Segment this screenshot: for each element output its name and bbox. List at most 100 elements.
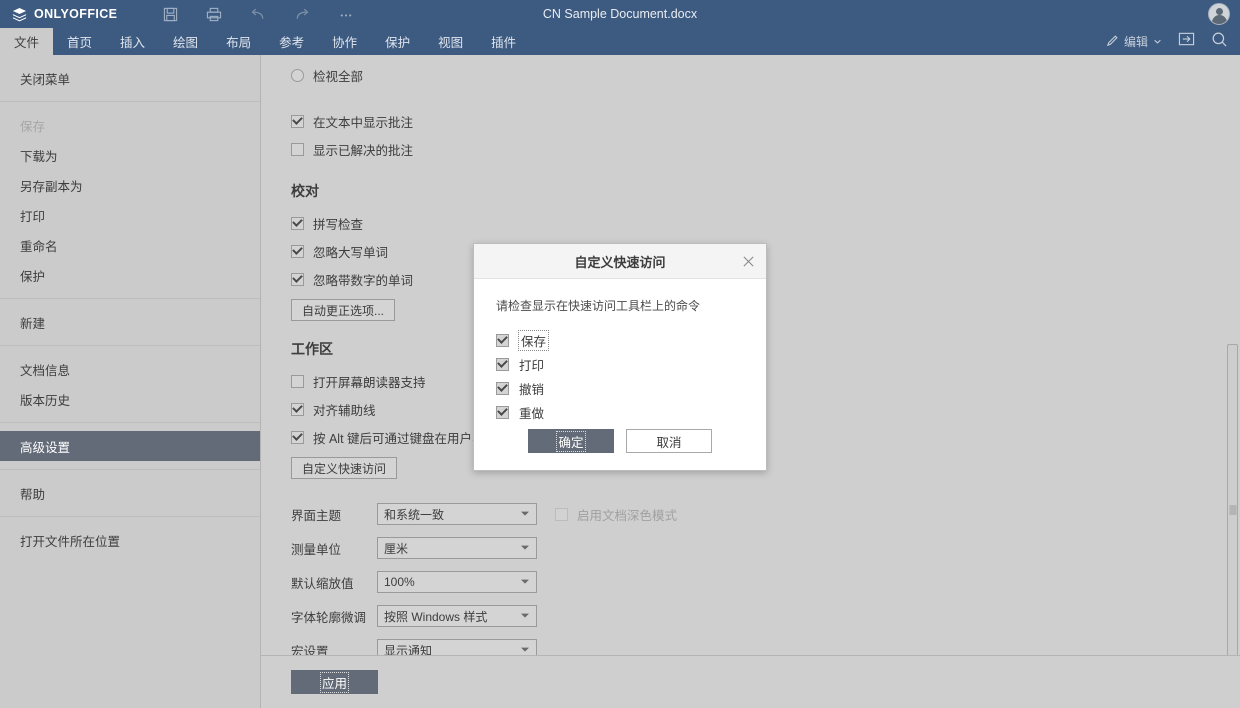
menu-item-doc-info[interactable]: 文档信息 — [0, 354, 260, 384]
dialog-option-row-print[interactable]: 打印 — [496, 352, 744, 376]
menu-item-close-menu[interactable]: 关闭菜单 — [0, 63, 260, 93]
quick-access-toolbar — [155, 1, 361, 27]
label-alt-key-navigation: 按 Alt 键后可通过键盘在用户界面 — [313, 428, 497, 447]
menu-item-new[interactable]: 新建 — [0, 307, 260, 337]
select-measurement-unit[interactable]: 厘米 — [377, 537, 537, 559]
apply-button[interactable]: 应用 — [291, 670, 378, 694]
ribbon-tab-references[interactable]: 参考 — [265, 28, 318, 55]
scrollbar-grip-icon — [1229, 506, 1236, 515]
option-row-review-all[interactable]: 检视全部 — [291, 61, 1240, 89]
checkbox-dialog-undo[interactable] — [496, 382, 509, 395]
label-show-resolved-comments: 显示已解决的批注 — [313, 140, 413, 159]
checkbox-alt-key-navigation[interactable] — [291, 431, 304, 444]
form-row-measurement-unit: 测量单位 厘米 — [291, 531, 1240, 565]
search-icon[interactable] — [1211, 31, 1228, 53]
ribbon-tab-protection[interactable]: 保护 — [371, 28, 424, 55]
checkbox-show-comments-in-text[interactable] — [291, 115, 304, 128]
dialog-header: 自定义快速访问 — [474, 244, 766, 279]
menu-item-open-file-location[interactable]: 打开文件所在位置 — [0, 525, 260, 555]
menu-item-save-copy-as[interactable]: 另存副本为 — [0, 170, 260, 200]
checkbox-dialog-print[interactable] — [496, 358, 509, 371]
ribbon-tab-home[interactable]: 首页 — [53, 28, 106, 55]
ribbon-tab-draw[interactable]: 绘图 — [159, 28, 212, 55]
label-ignore-uppercase: 忽略大写单词 — [313, 242, 388, 261]
dialog-description: 请检查显示在快速访问工具栏上的命令 — [496, 297, 744, 314]
menu-group-open-location: 打开文件所在位置 — [0, 517, 260, 563]
menu-item-rename[interactable]: 重命名 — [0, 230, 260, 260]
radio-review-all[interactable] — [291, 69, 304, 82]
menu-group-advanced: 高级设置 — [0, 423, 260, 470]
close-icon[interactable] — [740, 253, 756, 269]
label-review-all: 检视全部 — [313, 66, 363, 85]
label-measurement-unit: 测量单位 — [291, 539, 377, 558]
checkbox-dark-mode — [555, 508, 568, 521]
ribbon-tab-collaboration[interactable]: 协作 — [318, 28, 371, 55]
option-row-dark-mode: 启用文档深色模式 — [555, 500, 677, 528]
checkbox-dialog-save[interactable] — [496, 334, 509, 347]
select-default-zoom-value: 100% — [384, 575, 415, 589]
dialog-footer: 确定 取消 — [474, 412, 766, 470]
customize-quick-access-button[interactable]: 自定义快速访问 — [291, 457, 397, 479]
save-icon[interactable] — [155, 1, 185, 27]
select-interface-theme[interactable]: 和系统一致 — [377, 503, 537, 525]
dialog-title: 自定义快速访问 — [574, 252, 665, 271]
select-font-hinting[interactable]: 按照 Windows 样式 — [377, 605, 537, 627]
dialog-body: 请检查显示在快速访问工具栏上的命令 保存 打印 撤销 重做 — [474, 279, 766, 424]
option-row-show-resolved-comments[interactable]: 显示已解决的批注 — [291, 135, 1240, 163]
autocorrect-options-button[interactable]: 自动更正选项... — [291, 299, 395, 321]
checkbox-ignore-uppercase[interactable] — [291, 245, 304, 258]
menu-item-download-as[interactable]: 下载为 — [0, 140, 260, 170]
menu-item-version-history[interactable]: 版本历史 — [0, 384, 260, 414]
ribbon-tab-layout[interactable]: 布局 — [212, 28, 265, 55]
apply-bar: 应用 — [261, 655, 1240, 708]
menu-item-protect[interactable]: 保护 — [0, 260, 260, 290]
brand-logo: ONLYOFFICE — [12, 7, 117, 22]
checkbox-alignment-guides[interactable] — [291, 403, 304, 416]
menu-item-print[interactable]: 打印 — [0, 200, 260, 230]
menu-item-advanced-settings[interactable]: 高级设置 — [0, 431, 260, 461]
settings-scrollbar-track[interactable] — [1225, 55, 1240, 655]
dialog-option-row-save[interactable]: 保存 — [496, 328, 744, 352]
ribbon-tab-view[interactable]: 视图 — [424, 28, 477, 55]
ribbon-tab-plugins[interactable]: 插件 — [477, 28, 530, 55]
checkbox-show-resolved-comments[interactable] — [291, 143, 304, 156]
dialog-ok-label: 确定 — [557, 432, 584, 451]
dialog-cancel-button[interactable]: 取消 — [626, 429, 712, 453]
edit-mode-selector[interactable]: 编辑 — [1106, 33, 1162, 50]
ribbon-right-tools: 编辑 — [1106, 28, 1240, 55]
checkbox-screen-reader[interactable] — [291, 375, 304, 388]
ribbon-tab-strip: 文件 首页 插入 绘图 布局 参考 协作 保护 视图 插件 编辑 — [0, 28, 1240, 55]
label-dialog-print: 打印 — [519, 355, 544, 374]
menu-group-info: 文档信息 版本历史 — [0, 346, 260, 423]
section-title-proofing: 校对 — [291, 181, 1240, 201]
dialog-option-row-undo[interactable]: 撤销 — [496, 376, 744, 400]
redo-icon[interactable] — [287, 1, 317, 27]
select-interface-theme-value: 和系统一致 — [384, 506, 444, 523]
menu-group-help: 帮助 — [0, 470, 260, 517]
ribbon-tab-file[interactable]: 文件 — [0, 28, 53, 55]
print-icon[interactable] — [199, 1, 229, 27]
checkbox-spell-check[interactable] — [291, 217, 304, 230]
label-dialog-undo: 撤销 — [519, 379, 544, 398]
label-ignore-numbers: 忽略带数字的单词 — [313, 270, 413, 289]
menu-item-save: 保存 — [0, 110, 260, 140]
settings-scrollbar-thumb[interactable] — [1227, 344, 1238, 676]
avatar-body — [1212, 15, 1227, 24]
open-folder-icon[interactable] — [1178, 31, 1195, 52]
label-default-zoom: 默认缩放值 — [291, 573, 377, 592]
menu-item-help[interactable]: 帮助 — [0, 478, 260, 508]
user-avatar[interactable] — [1208, 3, 1230, 25]
more-icon[interactable] — [331, 1, 361, 27]
option-row-show-comments-in-text[interactable]: 在文本中显示批注 — [291, 107, 1240, 135]
ribbon-tab-insert[interactable]: 插入 — [106, 28, 159, 55]
label-screen-reader: 打开屏幕朗读器支持 — [313, 372, 426, 391]
undo-icon[interactable] — [243, 1, 273, 27]
checkbox-ignore-numbers[interactable] — [291, 273, 304, 286]
option-row-spell-check[interactable]: 拼写检查 — [291, 209, 1240, 237]
form-row-interface-theme: 界面主题 和系统一致 — [291, 497, 537, 531]
select-default-zoom[interactable]: 100% — [377, 571, 537, 593]
chevron-down-icon — [1153, 35, 1162, 49]
menu-group-close: 关闭菜单 — [0, 55, 260, 102]
form-row-default-zoom: 默认缩放值 100% — [291, 565, 1240, 599]
dialog-ok-button[interactable]: 确定 — [528, 429, 614, 453]
